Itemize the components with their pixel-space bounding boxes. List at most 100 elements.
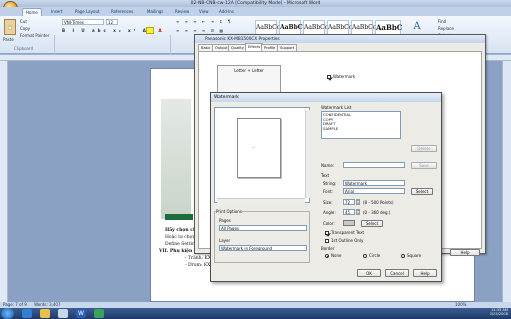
- tab-view[interactable]: View: [196, 8, 212, 16]
- replace-button[interactable]: Replace: [438, 26, 454, 31]
- tab-add-ins[interactable]: Add-Ins: [216, 8, 237, 16]
- watermark-checkbox-box[interactable]: [327, 75, 331, 79]
- text-group-label: Text: [321, 173, 330, 178]
- font-size-combo[interactable]: 12: [106, 19, 118, 25]
- window-title: 02-NB-CNB-cw-12A [Compatibility Mode] - …: [0, 0, 511, 7]
- app-icon[interactable]: [94, 309, 104, 318]
- transparent-text-checkbox[interactable]: Transparent Text: [325, 230, 364, 235]
- radio-button[interactable]: [363, 254, 367, 258]
- properties-dialog-title: Panasonic KX-MB1500CX Properties: [195, 35, 485, 43]
- paste-label[interactable]: Paste: [3, 37, 14, 42]
- angle-spinner[interactable]: ▴ ▾: [356, 209, 360, 215]
- outline-only-box[interactable]: [325, 239, 329, 243]
- highlight-icon[interactable]: [146, 27, 154, 34]
- watermark-checkbox[interactable]: Watermark: [327, 74, 355, 79]
- ribbon-tabs: Home Insert Page Layout References Maili…: [0, 7, 511, 16]
- radio-label: Circle: [369, 253, 381, 258]
- size-label: Size:: [323, 200, 333, 205]
- document-line: - Drum: KX: [185, 263, 211, 268]
- border-square-radio[interactable]: Square: [401, 253, 421, 258]
- tab-review[interactable]: Review: [172, 8, 192, 16]
- font-format-buttons[interactable]: B I U abc x₂ x² Aa: [62, 28, 155, 33]
- style-preview: AaBbC: [376, 23, 403, 32]
- angle-range: (0 - 360 deg.): [363, 210, 391, 215]
- radio-button[interactable]: [325, 254, 329, 258]
- align-buttons[interactable]: ≡ ≡ ≡ ≡ ☰ ▦: [176, 28, 225, 33]
- string-label: String:: [323, 181, 337, 186]
- radio-label: None: [331, 253, 342, 258]
- font-label: Font:: [323, 189, 334, 194]
- save-button[interactable]: Save: [411, 162, 437, 169]
- delete-button[interactable]: Delete: [411, 145, 437, 152]
- transparent-text-label: Transparent Text: [331, 230, 365, 235]
- layer-select[interactable]: Watermark in Foreground: [219, 245, 307, 251]
- find-button[interactable]: Find: [438, 19, 446, 24]
- word-count[interactable]: Words: 3,407: [34, 302, 60, 307]
- border-group-label: Border: [321, 246, 335, 251]
- preview-scrollbar[interactable]: [305, 110, 310, 198]
- tab-insert[interactable]: Insert: [48, 8, 65, 16]
- document-image-strip: [165, 214, 193, 220]
- folder-icon[interactable]: [40, 309, 50, 318]
- ok-button[interactable]: OK: [357, 269, 381, 277]
- paragraph-buttons[interactable]: ≡ ≡ ≡ ⇤ ⇥ ↕ ¶: [176, 19, 232, 24]
- format-painter-button[interactable]: Format Painter: [20, 33, 49, 38]
- copy-button[interactable]: Copy: [20, 26, 30, 31]
- outline-only-label: 1st Outline Only: [331, 238, 364, 243]
- size-field[interactable]: 72: [343, 199, 355, 205]
- vertical-scrollbar[interactable]: [502, 61, 511, 302]
- watermark-list[interactable]: CONFIDENTIAL COPY DRAFT SAMPLE: [321, 111, 401, 139]
- list-item[interactable]: SAMPLE: [323, 126, 399, 132]
- name-label: Name:: [321, 163, 335, 168]
- clipboard-group-label: Clipboard: [14, 46, 34, 51]
- vertical-ruler[interactable]: [0, 61, 8, 302]
- tab-profile[interactable]: Profile: [261, 44, 279, 51]
- cut-button[interactable]: Cut: [20, 19, 27, 24]
- properties-help-button[interactable]: Help: [450, 249, 480, 256]
- watermark-checkbox-label: Watermark: [333, 74, 356, 79]
- clock[interactable]: 11:35 AM 3/25/2008: [470, 308, 508, 316]
- style-preview: AaBbCcI: [256, 24, 283, 31]
- radio-button[interactable]: [401, 254, 405, 258]
- start-button[interactable]: [1, 308, 14, 319]
- tab-mailings[interactable]: Mailings: [144, 8, 166, 16]
- clock-date: 3/25/2008: [489, 312, 508, 316]
- printer-icon[interactable]: [58, 309, 68, 318]
- style-preview: AaBbC: [280, 24, 303, 31]
- tab-support[interactable]: Support: [277, 44, 298, 51]
- print-options-label: Print Options: [216, 209, 242, 214]
- help-button[interactable]: Help: [413, 269, 437, 277]
- style-preview: AaBbCc: [304, 24, 329, 31]
- outline-only-checkbox[interactable]: 1st Outline Only: [325, 238, 363, 243]
- font-select-button[interactable]: Select: [411, 188, 433, 195]
- transparent-text-box[interactable]: [325, 231, 329, 235]
- font-name-combo[interactable]: VNI-Times: [62, 19, 104, 25]
- font-field[interactable]: Arial: [343, 188, 405, 194]
- preview-hscrollbar[interactable]: [217, 198, 305, 203]
- radio-label: Square: [407, 253, 422, 258]
- page-count[interactable]: Page: 7 of 9: [3, 302, 27, 307]
- size-spinner[interactable]: ▴ ▾: [356, 199, 360, 205]
- paste-icon[interactable]: 📋: [4, 19, 16, 35]
- cancel-button[interactable]: Cancel: [385, 269, 409, 277]
- color-select-button[interactable]: Select: [361, 220, 383, 227]
- watermark-list-label: Watermark List: [321, 105, 352, 110]
- document-image: [161, 99, 191, 219]
- name-field[interactable]: [343, 162, 405, 168]
- ie-icon[interactable]: [22, 309, 32, 318]
- border-circle-radio[interactable]: Circle: [363, 253, 380, 258]
- angle-field[interactable]: 45: [343, 209, 355, 215]
- word-icon[interactable]: W: [76, 309, 86, 318]
- string-field[interactable]: Watermark: [343, 180, 405, 186]
- tab-references[interactable]: References: [108, 8, 136, 16]
- pages-select[interactable]: All Pages: [219, 225, 307, 231]
- paper-label: Letter + Letter: [234, 68, 264, 73]
- angle-label: Angle:: [323, 210, 336, 215]
- tab-page-layout[interactable]: Page Layout: [72, 8, 103, 16]
- tab-home[interactable]: Home: [22, 8, 42, 16]
- border-none-radio[interactable]: None: [325, 253, 341, 258]
- change-styles-icon[interactable]: A: [410, 20, 424, 33]
- preview-watermark: ✎: [250, 144, 257, 151]
- font-color-icon[interactable]: A: [156, 27, 164, 34]
- watermark-dialog: Watermark ✎ Print Options Pages All Page…: [210, 92, 442, 282]
